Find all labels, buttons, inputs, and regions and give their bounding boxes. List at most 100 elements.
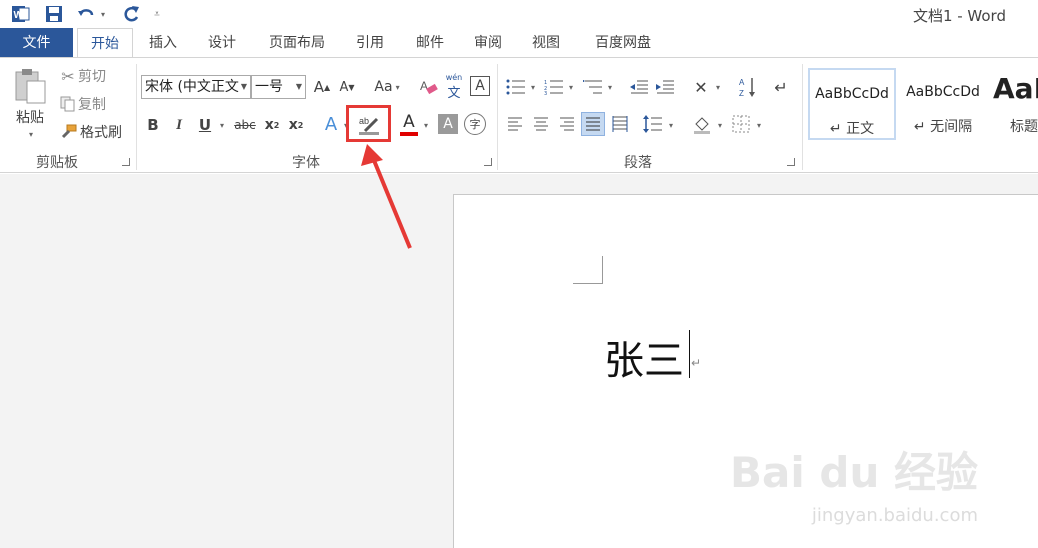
style-heading-sample: AaI [993,72,1038,105]
borders-dropdown-icon[interactable]: ▾ [754,114,764,136]
grow-font-icon[interactable]: A ▲ [311,76,333,98]
line-spacing-dropdown-icon[interactable]: ▾ [666,114,676,136]
paragraph-launcher-icon[interactable] [787,158,795,166]
customize-qat-icon[interactable]: ⩡ [152,4,162,24]
paste-icon[interactable] [10,66,50,106]
clipboard-launcher-icon[interactable] [122,158,130,166]
paste-dropdown-icon[interactable]: ▾ [24,128,38,140]
style-heading-1[interactable]: AaI 标题 [990,68,1038,140]
italic-icon[interactable]: I [170,114,188,136]
style-no-spacing-name: ↵ 无间隔 [913,119,973,135]
window-title: 文档1 - Word [912,7,1006,25]
undo-dropdown-icon[interactable]: ▾ [98,4,108,24]
justify-icon[interactable] [581,112,605,136]
cut-button[interactable]: 剪切 [78,66,114,86]
sort-icon[interactable]: AZ [737,74,759,100]
shading-dropdown-icon[interactable]: ▾ [715,114,725,136]
font-group-label: 字体 [292,155,320,171]
copy-icon[interactable] [58,94,78,114]
chinese-layout-icon[interactable]: ✕ [690,76,712,98]
tab-references[interactable]: 引用 [346,28,394,58]
document-text[interactable]: 张三 [604,328,684,386]
increase-indent-icon[interactable] [654,76,676,98]
bullets-dropdown-icon[interactable]: ▾ [528,76,538,98]
multilevel-list-icon[interactable] [582,76,604,98]
annotation-highlight-frame [346,105,391,142]
numbering-icon[interactable]: 123 [543,76,565,98]
style-normal-sample: AaBbCcDd [815,86,889,102]
underline-dropdown-icon[interactable]: ▾ [216,114,228,136]
group-divider [136,64,137,170]
enclose-characters-icon[interactable]: 字 [464,113,486,135]
decrease-indent-icon[interactable] [628,76,650,98]
superscript-icon[interactable]: x2 [286,114,306,136]
ribbon-tabs: 文件 开始 插入 设计 页面布局 引用 邮件 审阅 视图 百度网盘 [0,28,1038,59]
tab-home[interactable]: 开始 [77,28,133,59]
style-normal[interactable]: AaBbCcDd ↵ 正文 [808,68,896,140]
undo-icon[interactable] [76,4,96,24]
font-color-dropdown-icon[interactable]: ▾ [421,114,431,136]
baidu-watermark-url: jingyan.baidu.com [811,505,978,526]
style-heading-name: 标题 [1010,119,1038,135]
font-launcher-icon[interactable] [484,158,492,166]
tab-file[interactable]: 文件 [0,28,73,58]
title-bar: W ▾ ⩡ 文档1 - Word [0,0,1038,28]
clipboard-group-label: 剪贴板 [36,155,78,171]
font-color-icon[interactable]: A [398,110,420,138]
baidu-watermark: Bai du 经验 [730,448,978,497]
ribbon-home: 粘贴 ▾ ✂ 剪切 复制 格式刷 剪贴板 宋体 (中文正文 ▼ 一号 ▼ A ▲ A ▼… [0,57,1038,173]
chinese-layout-dropdown-icon[interactable]: ▾ [713,76,723,98]
paste-button[interactable]: 粘贴 [8,106,52,128]
text-cursor [689,330,690,378]
chevron-down-icon: ▾ [395,82,400,92]
copy-button[interactable]: 复制 [78,94,114,114]
underline-icon[interactable]: U [196,114,214,136]
cut-icon[interactable]: ✂ [58,66,78,86]
format-painter-icon[interactable] [58,122,78,142]
align-right-icon[interactable] [557,114,577,134]
font-name-combo[interactable]: 宋体 (中文正文 ▼ [141,75,251,99]
svg-text:W: W [14,10,24,21]
svg-text:Z: Z [739,89,744,98]
phonetic-guide-icon[interactable]: wén 文 [443,73,465,101]
shrink-font-icon[interactable]: A ▼ [336,76,358,98]
tab-review[interactable]: 审阅 [464,28,512,58]
text-effects-icon[interactable]: A [320,112,342,136]
strikethrough-icon[interactable]: abc [232,114,258,136]
tab-mailings[interactable]: 邮件 [406,28,454,58]
chevron-down-icon: ▼ [295,82,302,91]
group-divider [802,64,803,170]
change-case-button[interactable]: Aa ▾ [370,76,404,98]
bullets-icon[interactable] [505,76,527,98]
font-name-value: 宋体 (中文正文 [145,79,239,95]
svg-text:A: A [739,78,745,87]
repeat-icon[interactable] [120,4,142,24]
tab-baidu-netdisk[interactable]: 百度网盘 [584,28,662,58]
borders-icon[interactable] [730,112,752,136]
tab-view[interactable]: 视图 [522,28,570,58]
bold-icon[interactable]: B [144,114,162,136]
style-no-spacing-sample: AaBbCcDd [906,84,980,100]
font-size-combo[interactable]: 一号 ▼ [251,75,306,99]
numbering-dropdown-icon[interactable]: ▾ [566,76,576,98]
align-left-icon[interactable] [505,114,525,134]
font-size-value: 一号 [255,79,283,95]
character-shading-icon[interactable]: A [438,114,458,134]
annotation-arrow-icon [361,144,412,249]
subscript-icon[interactable]: x2 [262,114,282,136]
style-normal-name: ↵ 正文 [829,121,875,137]
line-spacing-icon[interactable] [641,112,665,136]
distributed-icon[interactable] [609,112,631,136]
style-no-spacing[interactable]: AaBbCcDd ↵ 无间隔 [899,68,987,140]
multilevel-list-dropdown-icon[interactable]: ▾ [605,76,615,98]
format-painter-button[interactable]: 格式刷 [80,122,128,142]
tab-design[interactable]: 设计 [198,28,246,58]
save-icon[interactable] [44,4,64,24]
shading-icon[interactable] [690,112,714,136]
show-marks-icon[interactable]: ↵ [770,76,792,98]
align-center-icon[interactable] [531,114,551,134]
character-border-icon[interactable]: A [470,76,490,96]
clear-formatting-icon[interactable]: A [418,76,440,98]
tab-page-layout[interactable]: 页面布局 [258,28,336,58]
tab-insert[interactable]: 插入 [140,28,186,58]
